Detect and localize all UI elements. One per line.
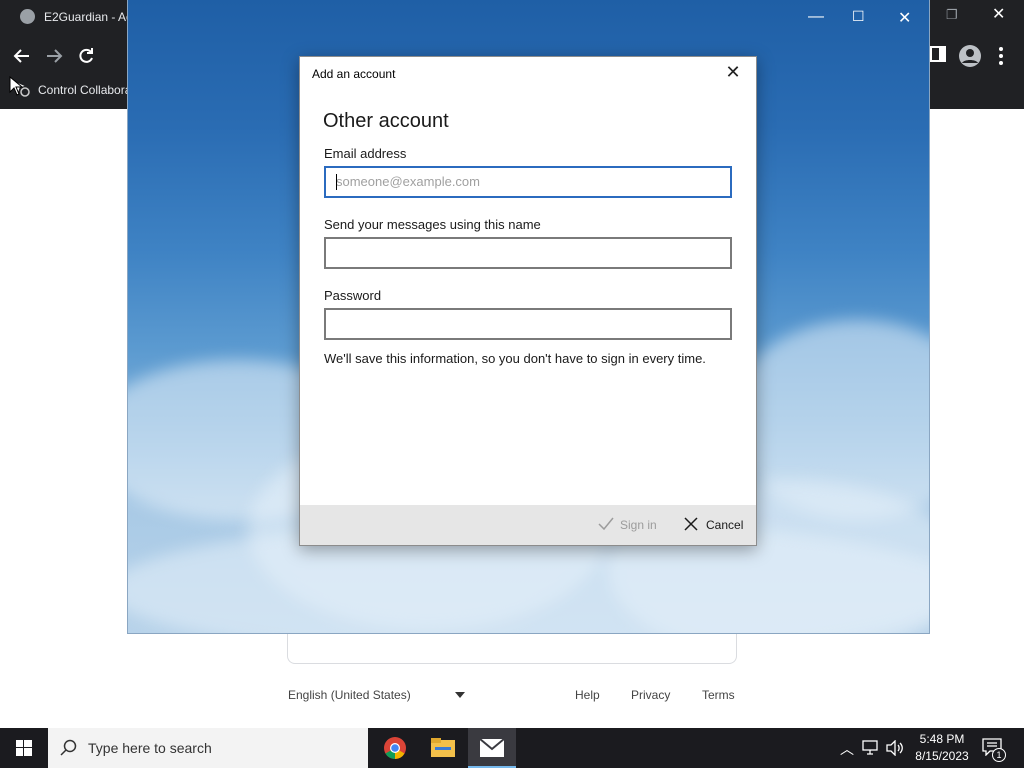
browser-close-icon[interactable]: ✕ bbox=[992, 6, 1005, 24]
mouse-cursor-icon bbox=[9, 76, 23, 96]
email-label: Email address bbox=[324, 146, 407, 161]
profile-avatar-icon[interactable] bbox=[958, 44, 982, 71]
password-label: Password bbox=[324, 288, 382, 303]
dialog-footer: Sign in Cancel bbox=[300, 505, 756, 545]
menu-dots-icon[interactable] bbox=[996, 46, 1006, 69]
restore-icon[interactable]: ❐ bbox=[946, 6, 958, 24]
start-button[interactable] bbox=[0, 728, 48, 768]
sign-in-label: Sign in bbox=[620, 518, 657, 532]
page-title: Other account bbox=[323, 110, 449, 132]
minimize-icon[interactable]: — bbox=[808, 8, 824, 26]
clock-date[interactable]: 8/15/2023 bbox=[910, 749, 974, 763]
cancel-label: Cancel bbox=[706, 518, 744, 532]
mail-taskbar-icon[interactable] bbox=[468, 728, 516, 768]
sign-in-button[interactable]: Sign in bbox=[598, 517, 657, 532]
password-field[interactable] bbox=[324, 308, 732, 340]
taskbar: Type here to search ︿ 5:48 PM 8/15/2023 … bbox=[0, 728, 1024, 768]
dialog-title: Add an account bbox=[312, 67, 396, 81]
email-field[interactable]: someone@example.com bbox=[324, 166, 732, 198]
reload-icon[interactable] bbox=[76, 46, 96, 69]
window-close-icon[interactable]: ✕ bbox=[898, 8, 911, 28]
info-text: We'll save this information, so you don'… bbox=[324, 351, 706, 366]
display-name-label: Send your messages using this name bbox=[324, 217, 541, 232]
help-link[interactable]: Help bbox=[575, 688, 600, 702]
file-explorer-taskbar-icon[interactable] bbox=[419, 728, 467, 768]
text-caret bbox=[336, 174, 337, 190]
cancel-button[interactable]: Cancel bbox=[684, 517, 743, 532]
network-icon[interactable] bbox=[862, 740, 880, 759]
terms-link[interactable]: Terms bbox=[702, 688, 735, 702]
maximize-icon[interactable]: ☐ bbox=[852, 8, 865, 25]
browser-tab-title[interactable]: E2Guardian - Ac bbox=[44, 10, 132, 24]
back-arrow-icon[interactable] bbox=[12, 46, 32, 69]
display-name-field[interactable] bbox=[324, 237, 732, 269]
chrome-taskbar-icon[interactable] bbox=[371, 728, 419, 768]
add-account-dialog: Add an account ✕ Other account Email add… bbox=[299, 56, 757, 546]
bookmark-item[interactable]: Control Collabora bbox=[38, 83, 131, 97]
close-icon[interactable]: ✕ bbox=[724, 63, 742, 81]
close-x-icon bbox=[684, 517, 698, 531]
search-icon bbox=[60, 739, 77, 756]
windows-logo-icon bbox=[16, 740, 32, 756]
chevron-down-icon[interactable] bbox=[455, 692, 465, 698]
globe-icon bbox=[20, 9, 35, 24]
chevron-up-icon[interactable]: ︿ bbox=[840, 739, 854, 759]
volume-icon[interactable] bbox=[886, 739, 904, 759]
notification-badge: 1 bbox=[992, 748, 1006, 762]
email-placeholder: someone@example.com bbox=[336, 174, 480, 189]
clock-time[interactable]: 5:48 PM bbox=[912, 732, 972, 746]
forward-arrow-icon[interactable] bbox=[44, 46, 64, 69]
checkmark-icon bbox=[598, 517, 614, 531]
language-selector[interactable]: English (United States) bbox=[288, 688, 411, 702]
taskbar-search-box[interactable]: Type here to search bbox=[48, 728, 368, 768]
side-panel-icon[interactable] bbox=[930, 46, 946, 65]
search-placeholder: Type here to search bbox=[88, 740, 212, 756]
privacy-link[interactable]: Privacy bbox=[631, 688, 670, 702]
